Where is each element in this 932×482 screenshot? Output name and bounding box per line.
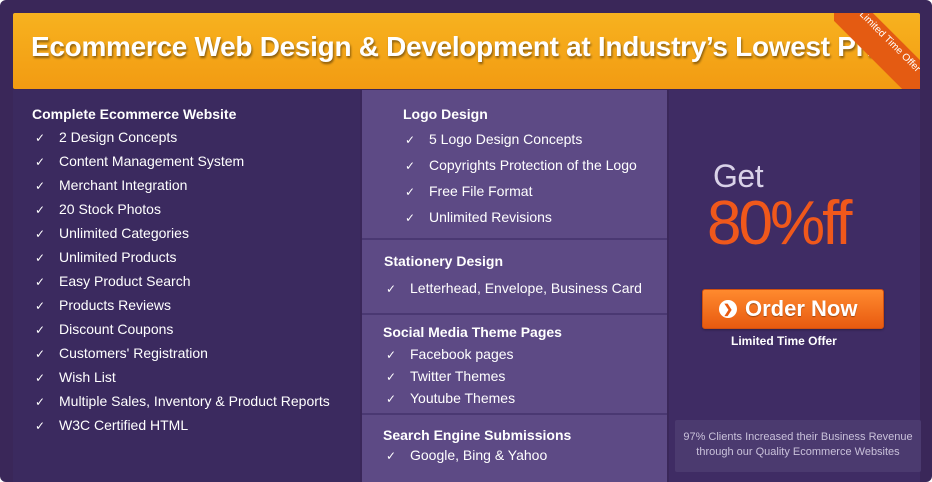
- discount-text: 80%ff: [707, 189, 852, 258]
- ribbon-label: Limited Time Offer: [834, 13, 920, 89]
- social-media-heading: Social Media Theme Pages: [383, 324, 562, 340]
- check-icon: ✓: [386, 282, 397, 296]
- feature-item: ✓ Products Reviews: [35, 297, 172, 313]
- check-icon: ✓: [35, 203, 46, 217]
- check-icon: ✓: [35, 227, 46, 241]
- check-icon: ✓: [405, 159, 416, 173]
- feature-item: ✓ Facebook pages: [386, 346, 514, 362]
- check-icon: ✓: [405, 185, 416, 199]
- feature-item: ✓ Wish List: [35, 369, 116, 385]
- header-banner: Ecommerce Web Design & Development at In…: [13, 13, 920, 89]
- arrow-right-circle-icon: ❯: [719, 300, 737, 318]
- limited-offer-text: Limited Time Offer: [731, 334, 837, 348]
- feature-item: ✓ 5 Logo Design Concepts: [405, 131, 583, 147]
- check-icon: ✓: [405, 211, 416, 225]
- offer-panel: Ecommerce Web Design & Development at In…: [0, 0, 932, 482]
- check-icon: ✓: [35, 371, 46, 385]
- check-icon: ✓: [386, 392, 397, 406]
- stats-line: through our Quality Ecommerce Websites: [696, 446, 900, 458]
- feature-item: ✓ Letterhead, Envelope, Business Card: [386, 280, 642, 296]
- feature-item: ✓ Content Management System: [35, 153, 245, 169]
- divider: [362, 238, 667, 240]
- check-icon: ✓: [35, 275, 46, 289]
- check-icon: ✓: [386, 370, 397, 384]
- stats-box: 97% Clients Increased their Business Rev…: [675, 420, 921, 472]
- feature-item: ✓ 2 Design Concepts: [35, 129, 178, 145]
- ecommerce-features-column: Complete Ecommerce Website ✓ 2 Design Con…: [13, 90, 360, 482]
- feature-item: ✓ Multiple Sales, Inventory & Product Rep…: [35, 393, 330, 409]
- feature-item: ✓ Free File Format: [405, 183, 533, 199]
- order-now-button[interactable]: ❯ Order Now: [702, 289, 884, 329]
- feature-item: ✓ 20 Stock Photos: [35, 201, 161, 217]
- page-title: Ecommerce Web Design & Development at In…: [31, 31, 905, 62]
- feature-item: ✓ Customers' Registration: [35, 345, 208, 361]
- stationery-design-heading: Stationery Design: [384, 253, 504, 269]
- check-icon: ✓: [35, 131, 46, 145]
- check-icon: ✓: [35, 251, 46, 265]
- offer-column: Get 80%ff ❯ Order Now Limited Time Offer…: [669, 90, 921, 482]
- feature-item: ✓ Google, Bing & Yahoo: [386, 447, 548, 463]
- feature-item: ✓ Unlimited Products: [35, 249, 177, 265]
- feature-item: ✓ Twitter Themes: [386, 368, 506, 384]
- feature-item: ✓ Merchant Integration: [35, 177, 188, 193]
- search-engine-heading: Search Engine Submissions: [383, 427, 572, 443]
- check-icon: ✓: [35, 323, 46, 337]
- divider: [362, 413, 667, 415]
- feature-item: ✓ Discount Coupons: [35, 321, 174, 337]
- divider: [362, 313, 667, 315]
- check-icon: ✓: [405, 133, 416, 147]
- feature-item: ✓ Youtube Themes: [386, 390, 516, 406]
- check-icon: ✓: [35, 395, 46, 409]
- check-icon: ✓: [35, 347, 46, 361]
- feature-item: ✓ W3C Certified HTML: [35, 417, 189, 433]
- order-now-label: Order Now: [745, 296, 858, 321]
- stats-line: 97% Clients Increased their Business Rev…: [683, 431, 913, 443]
- feature-item: ✓ Unlimited Categories: [35, 225, 189, 241]
- check-icon: ✓: [386, 348, 397, 362]
- check-icon: ✓: [35, 155, 46, 169]
- check-icon: ✓: [386, 449, 397, 463]
- check-icon: ✓: [35, 299, 46, 313]
- corner-ribbon: Limited Time Offer: [834, 13, 920, 89]
- feature-item: ✓ Easy Product Search: [35, 273, 191, 289]
- check-icon: ✓: [35, 179, 46, 193]
- feature-item: ✓ Unlimited Revisions: [405, 209, 552, 225]
- logo-design-heading: Logo Design: [403, 106, 488, 122]
- check-icon: ✓: [35, 419, 46, 433]
- feature-item: ✓ Copyrights Protection of the Logo: [405, 157, 637, 173]
- design-services-column: Logo Design ✓ 5 Logo Design Concepts ✓ Cop…: [362, 90, 667, 482]
- section-heading: Complete Ecommerce Website: [32, 106, 237, 122]
